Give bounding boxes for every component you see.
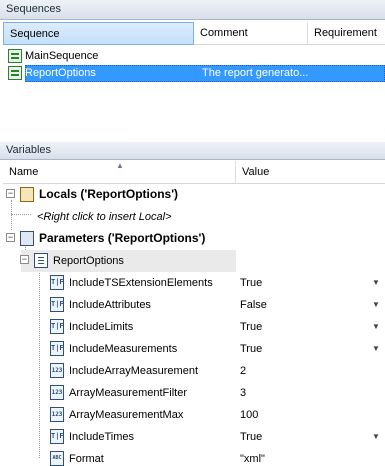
variable-value[interactable]: True [240, 277, 262, 289]
variables-tree: − Locals ('ReportOptions') <Right click … [3, 184, 385, 466]
collapse-icon[interactable]: − [20, 255, 29, 264]
variable-name: ArrayMeasurementMax [69, 409, 184, 421]
variable-row[interactable]: T|F IncludeAttributes False ▼ [3, 294, 385, 316]
variable-row[interactable]: 123 IncludeArrayMeasurement 2 [3, 360, 385, 382]
column-header-value[interactable]: Value [236, 161, 385, 184]
variable-value[interactable]: True [240, 321, 262, 333]
boolean-icon: T|F [50, 319, 64, 334]
variable-name: Format [69, 453, 104, 465]
variable-name: IncludeTSExtensionElements [69, 277, 213, 289]
variable-name: IncludeAttributes [69, 299, 151, 311]
variable-row[interactable]: 123 ArrayMeasurementFilter 3 [3, 382, 385, 404]
variable-row[interactable]: T|F IncludeLimits True ▼ [3, 316, 385, 338]
variable-name: ArrayMeasurementFilter [69, 387, 187, 399]
sequence-row-reportoptions[interactable]: ReportOptions The report generato... [6, 65, 385, 82]
variable-name: IncludeArrayMeasurement [69, 365, 199, 377]
variable-row[interactable]: T|F IncludeTimes True ▼ [3, 426, 385, 448]
dropdown-arrow-icon[interactable]: ▼ [370, 277, 382, 289]
tree-row-insert-local[interactable]: <Right click to insert Local> [3, 206, 385, 228]
sequence-comment: The report generato... [202, 67, 309, 79]
locals-icon [20, 187, 34, 202]
column-header-sequence[interactable]: Sequence [3, 22, 194, 45]
collapse-icon[interactable]: − [6, 189, 15, 198]
dropdown-arrow-icon[interactable]: ▼ [370, 321, 382, 333]
insert-local-hint: <Right click to insert Local> [37, 211, 172, 223]
sequences-list: MainSequence ReportOptions The report ge… [3, 45, 385, 140]
dropdown-arrow-icon[interactable]: ▼ [370, 431, 382, 443]
dropdown-arrow-icon[interactable]: ▼ [370, 343, 382, 355]
number-icon: 123 [50, 385, 64, 400]
tree-row-parameters[interactable]: − Parameters ('ReportOptions') [3, 228, 385, 250]
tree-row-locals[interactable]: − Locals ('ReportOptions') [3, 184, 385, 206]
variable-value[interactable]: "xml" [240, 453, 265, 465]
parameters-icon [20, 231, 34, 246]
variable-name: IncludeTimes [69, 431, 135, 443]
variables-panel-title: Variables [0, 142, 385, 160]
sequence-name: MainSequence [25, 50, 99, 62]
sequence-name: ReportOptions [25, 67, 96, 79]
boolean-icon: T|F [50, 297, 64, 312]
variable-value[interactable]: False [240, 299, 267, 311]
variable-name: IncludeLimits [69, 321, 134, 333]
sort-ascending-icon: ▲ [116, 161, 124, 170]
variable-value[interactable]: True [240, 343, 262, 355]
variable-name: IncludeMeasurements [69, 343, 178, 355]
collapse-icon[interactable]: − [6, 233, 15, 242]
variable-row[interactable]: ABC Format "xml" [3, 448, 385, 466]
column-header-name[interactable]: ▲ Name [3, 161, 236, 184]
container-label: ReportOptions [53, 255, 124, 267]
string-icon: ABC [50, 451, 64, 466]
container-icon [34, 253, 48, 268]
parameters-label: Parameters ('ReportOptions') [39, 231, 206, 245]
boolean-icon: T|F [50, 275, 64, 290]
sequences-panel-title: Sequences [0, 0, 385, 20]
variable-value[interactable]: True [240, 431, 262, 443]
variable-row[interactable]: 123 ArrayMeasurementMax 100 [3, 404, 385, 426]
tree-row-reportoptions-container[interactable]: − ReportOptions [3, 250, 385, 272]
variable-row[interactable]: T|F IncludeMeasurements True ▼ [3, 338, 385, 360]
number-icon: 123 [50, 407, 64, 422]
dropdown-arrow-icon[interactable]: ▼ [370, 299, 382, 311]
variables-table-header: ▲ Name Value [3, 161, 385, 184]
variable-value[interactable]: 2 [240, 365, 246, 377]
locals-label: Locals ('ReportOptions') [39, 187, 179, 201]
column-header-requirement[interactable]: Requirement [308, 22, 385, 45]
variable-value[interactable]: 3 [240, 387, 246, 399]
column-header-comment[interactable]: Comment [194, 22, 308, 45]
variable-row[interactable]: T|F IncludeTSExtensionElements True ▼ [3, 272, 385, 294]
boolean-icon: T|F [50, 429, 64, 444]
variable-value[interactable]: 100 [240, 409, 258, 421]
number-icon: 123 [50, 363, 64, 378]
sequence-row-mainsequence[interactable]: MainSequence [6, 48, 385, 65]
column-name-label: Name [9, 166, 39, 178]
boolean-icon: T|F [50, 341, 64, 356]
sequences-table-header: Sequence Comment Requirement [3, 22, 385, 45]
sequence-icon [8, 49, 22, 63]
sequence-icon [8, 66, 22, 80]
